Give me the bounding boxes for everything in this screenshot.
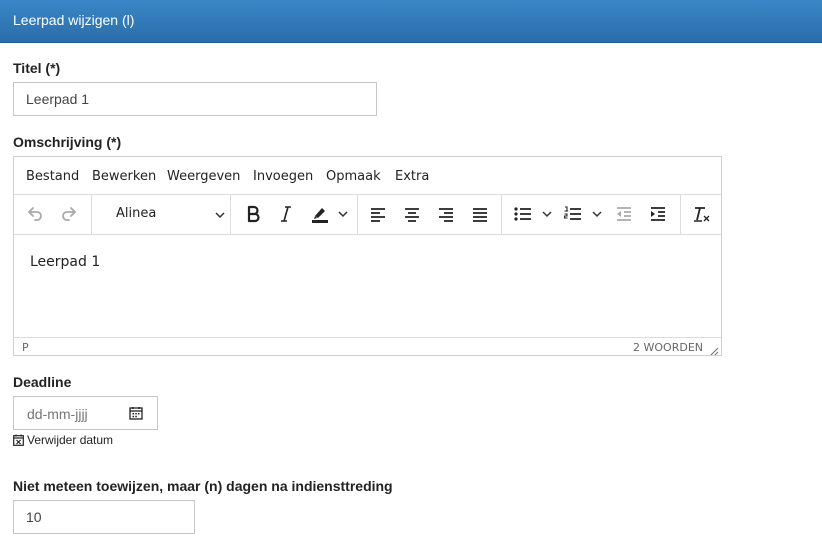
delay-days-label: Niet meteen toewijzen, maar (n) dagen na…: [13, 478, 393, 494]
deadline-placeholder: dd-mm-jjjj: [27, 406, 88, 422]
dialog-title: Leerpad wijzigen (l): [13, 12, 135, 28]
redo-icon[interactable]: [56, 199, 82, 229]
toolbar-separator: [230, 195, 231, 234]
menu-invoegen[interactable]: Invoegen: [253, 169, 313, 184]
clear-formatting-icon[interactable]: [688, 199, 714, 229]
block-format-select[interactable]: Alinea: [104, 199, 234, 229]
highlight-icon[interactable]: [306, 199, 334, 229]
align-center-icon[interactable]: [399, 199, 425, 229]
element-path[interactable]: P: [22, 341, 29, 354]
menu-bewerken[interactable]: Bewerken: [92, 169, 156, 184]
title-label: Titel (*): [13, 60, 61, 76]
outdent-icon[interactable]: [611, 199, 637, 229]
align-justify-icon[interactable]: [467, 199, 493, 229]
dialog-header: Leerpad wijzigen (l): [0, 0, 822, 43]
word-count: 2 WOORDEN: [633, 341, 703, 354]
chevron-down-icon: [214, 208, 226, 226]
chevron-down-icon[interactable]: [588, 199, 606, 229]
editor-content-area[interactable]: Leerpad 1: [14, 235, 721, 337]
block-format-value: Alinea: [116, 206, 157, 221]
calendar-icon[interactable]: [129, 406, 143, 425]
deadline-date-input[interactable]: dd-mm-jjjj: [13, 396, 158, 430]
editor-menubar: Bestand Bewerken Weergeven Invoegen Opma…: [14, 157, 721, 195]
calendar-remove-icon: [13, 434, 24, 446]
italic-icon[interactable]: [273, 199, 299, 229]
numbered-list-icon[interactable]: [560, 199, 586, 229]
menu-weergeven[interactable]: Weergeven: [167, 169, 240, 184]
editor-content-text: Leerpad 1: [30, 254, 101, 270]
chevron-down-icon[interactable]: [334, 199, 352, 229]
indent-icon[interactable]: [645, 199, 671, 229]
menu-opmaak[interactable]: Opmaak: [326, 169, 381, 184]
menu-bestand[interactable]: Bestand: [26, 169, 79, 184]
title-input[interactable]: [13, 82, 377, 116]
bullet-list-icon[interactable]: [510, 199, 536, 229]
undo-icon[interactable]: [22, 199, 48, 229]
delay-days-input[interactable]: [13, 500, 195, 534]
deadline-label: Deadline: [13, 374, 72, 390]
editor-toolbar: Alinea: [14, 195, 721, 235]
menu-extra[interactable]: Extra: [395, 169, 429, 184]
chevron-down-icon[interactable]: [538, 199, 556, 229]
toolbar-separator: [501, 195, 502, 234]
remove-date-label: Verwijder datum: [27, 433, 114, 447]
align-left-icon[interactable]: [365, 199, 391, 229]
toolbar-separator: [680, 195, 681, 234]
bold-icon[interactable]: [240, 199, 266, 229]
toolbar-separator: [91, 195, 92, 234]
resize-handle-icon[interactable]: [709, 343, 719, 361]
description-label: Omschrijving (*): [13, 134, 122, 150]
rich-text-editor: Bestand Bewerken Weergeven Invoegen Opma…: [13, 156, 722, 356]
remove-date-link[interactable]: Verwijder datum: [13, 433, 113, 447]
toolbar-separator: [357, 195, 358, 234]
editor-statusbar: P 2 WOORDEN: [14, 337, 721, 356]
align-right-icon[interactable]: [433, 199, 459, 229]
